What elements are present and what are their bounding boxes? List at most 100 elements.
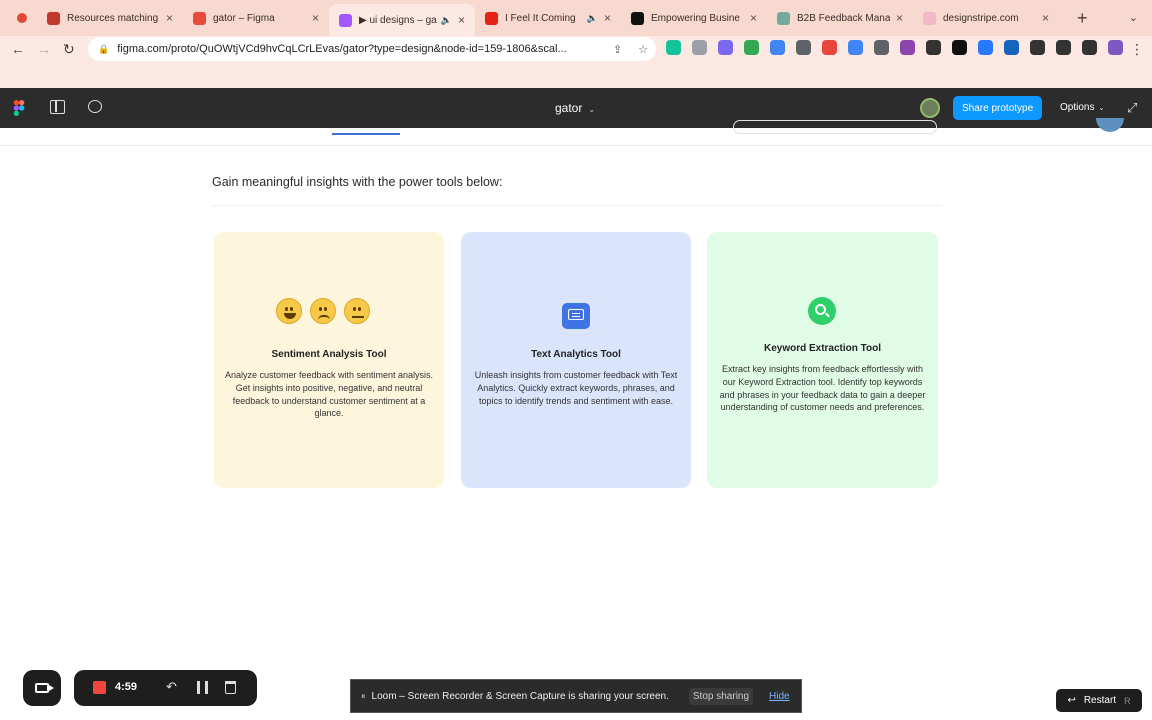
options-menu[interactable]: Options ⌄ — [1060, 102, 1104, 113]
close-tab-icon[interactable]: × — [896, 11, 903, 25]
tab-title: Empowering Busine — [651, 12, 740, 24]
tab-title: ▶ ui designs – ga — [359, 14, 437, 26]
chevron-down-icon: ⌄ — [1098, 105, 1105, 112]
sentiment-analysis-card[interactable]: Sentiment Analysis Tool Analyze customer… — [214, 232, 444, 488]
tab-title: Resources matching — [67, 12, 159, 24]
camera-icon[interactable] — [692, 40, 707, 55]
tab-title: gator – Figma — [213, 12, 275, 24]
divider — [212, 205, 942, 206]
tab-audio-icon[interactable]: 🔈 — [587, 13, 598, 24]
url-text[interactable]: figma.com/proto/QuOWtjVCd9hvCqLCrLEvas/g… — [117, 43, 605, 55]
browser-tab[interactable]: B2B Feedback Mana × — [767, 0, 913, 36]
chart-icon[interactable] — [744, 40, 759, 55]
reload-icon[interactable]: ↻ — [63, 41, 75, 58]
drag-handle-icon[interactable]: ⏸ — [361, 691, 366, 702]
page-heading: Gain meaningful insights with the power … — [212, 175, 503, 189]
happy-face-icon — [276, 298, 302, 324]
circle-icon[interactable] — [900, 40, 915, 55]
lock-icon: 🔒 — [98, 43, 110, 54]
close-tab-icon[interactable]: × — [604, 11, 611, 25]
browser-toolbar: ← → ↻ 🔒 figma.com/proto/QuOWtjVCd9hvCqLC… — [0, 36, 1152, 88]
grid-icon[interactable] — [770, 40, 785, 55]
emoji-group — [276, 298, 370, 324]
active-tab-underline — [332, 133, 400, 135]
user-avatar-fragment[interactable] — [1096, 118, 1124, 132]
profile-icon[interactable] — [1108, 40, 1123, 55]
pause-icon[interactable] — [197, 681, 208, 694]
stop-recording-button[interactable] — [93, 681, 106, 694]
close-tab-icon[interactable]: × — [458, 13, 465, 27]
tab-favicon-icon — [631, 11, 644, 25]
tab-audio-icon[interactable]: 🔈 — [441, 15, 452, 26]
gear-icon[interactable] — [796, 40, 811, 55]
hide-link[interactable]: Hide — [769, 691, 790, 702]
card-description: Extract key insights from feedback effor… — [719, 364, 926, 413]
comment-icon[interactable] — [88, 100, 102, 113]
file-name-menu[interactable]: gator ⌄ — [555, 101, 595, 115]
avatar[interactable] — [920, 98, 940, 118]
tab-favicon-icon — [777, 11, 790, 25]
screen-sharing-notice: ⏸ Loom – Screen Recorder & Screen Captur… — [350, 679, 802, 713]
s-icon[interactable] — [952, 40, 967, 55]
function-icon[interactable] — [926, 40, 941, 55]
close-tab-icon[interactable]: × — [750, 11, 757, 25]
translate-icon[interactable] — [848, 40, 863, 55]
tab-favicon-icon — [339, 13, 352, 27]
restart-label: Restart — [1083, 695, 1117, 706]
browser-tab[interactable]: designstripe.com × — [913, 0, 1059, 36]
card-title: Keyword Extraction Tool — [763, 343, 882, 354]
expand-icon[interactable]: ⤢ — [1127, 100, 1137, 116]
x-tool-icon[interactable] — [1004, 40, 1019, 55]
back-arrow-icon[interactable]: ← — [11, 41, 25, 57]
restart-shortcut: R — [1124, 695, 1131, 706]
close-tab-icon[interactable]: × — [166, 11, 173, 25]
trash-icon[interactable] — [225, 681, 236, 694]
list-icon[interactable] — [1056, 40, 1071, 55]
camera-icon — [35, 683, 54, 693]
bookmark-star-icon[interactable]: ☆ — [638, 43, 648, 56]
tab-strip: Resources matching × gator – Figma × ▶ ui de… — [37, 0, 1059, 36]
browser-tab[interactable]: Empowering Busine × — [621, 0, 767, 36]
sad-face-icon — [310, 298, 336, 324]
browser-menu-icon[interactable]: ⋮ — [1130, 41, 1144, 58]
share-prototype-button[interactable]: Share prototype — [953, 96, 1043, 120]
prototype-header-fragment — [0, 118, 1152, 146]
keyword-extraction-card[interactable]: Keyword Extraction Tool Extract key insi… — [707, 232, 938, 488]
tab-favicon-icon — [193, 11, 206, 25]
puzzle-icon[interactable] — [1030, 40, 1045, 55]
recording-indicator-icon — [17, 13, 27, 23]
search-input-fragment[interactable] — [733, 120, 937, 134]
stop-sharing-button[interactable]: Stop sharing — [688, 687, 754, 705]
sidebar-icon[interactable] — [1082, 40, 1097, 55]
card-title: Sentiment Analysis Tool — [271, 349, 387, 360]
text-analytics-card[interactable]: Text Analytics Tool Unleash insights fro… — [461, 232, 691, 488]
close-tab-icon[interactable]: × — [312, 11, 319, 25]
restart-recording-icon[interactable]: ↶ — [166, 679, 177, 695]
ring-icon[interactable] — [978, 40, 993, 55]
forward-arrow-icon[interactable]: → — [37, 41, 51, 57]
figma-logo-icon[interactable] — [13, 100, 25, 116]
loom-recording-controls: 4:59 ↶ — [74, 670, 257, 706]
address-bar[interactable]: 🔒 figma.com/proto/QuOWtjVCd9hvCqLCrLEvas… — [88, 37, 656, 61]
image-icon[interactable] — [874, 40, 889, 55]
prototype-canvas: Gain meaningful insights with the power … — [0, 118, 1152, 720]
neutral-face-icon — [344, 298, 370, 324]
tab-favicon-icon — [485, 11, 498, 25]
restart-button[interactable]: ↩ Restart R — [1056, 689, 1142, 712]
tab-favicon-icon — [47, 11, 60, 25]
browser-tab[interactable]: gator – Figma × — [183, 0, 329, 36]
search-icon — [808, 297, 836, 325]
sidebar-toggle-icon[interactable] — [50, 100, 65, 114]
grammarly-icon[interactable] — [666, 40, 681, 55]
close-tab-icon[interactable]: × — [1042, 11, 1049, 25]
browser-tab[interactable]: Resources matching × — [37, 0, 183, 36]
browser-tab[interactable]: I Feel It Coming 🔈 × — [475, 0, 621, 36]
tab-search-chevron-icon[interactable]: ⌄ — [1129, 11, 1138, 24]
pen-icon[interactable] — [718, 40, 733, 55]
share-page-icon[interactable]: ⇪ — [613, 43, 622, 56]
browser-tab[interactable]: ▶ ui designs – ga 🔈 × — [329, 4, 475, 36]
recording-timer: 4:59 — [115, 681, 138, 693]
loom-camera-button[interactable] — [23, 670, 61, 706]
new-tab-icon[interactable]: + — [1077, 8, 1088, 29]
shield-icon[interactable] — [822, 40, 837, 55]
